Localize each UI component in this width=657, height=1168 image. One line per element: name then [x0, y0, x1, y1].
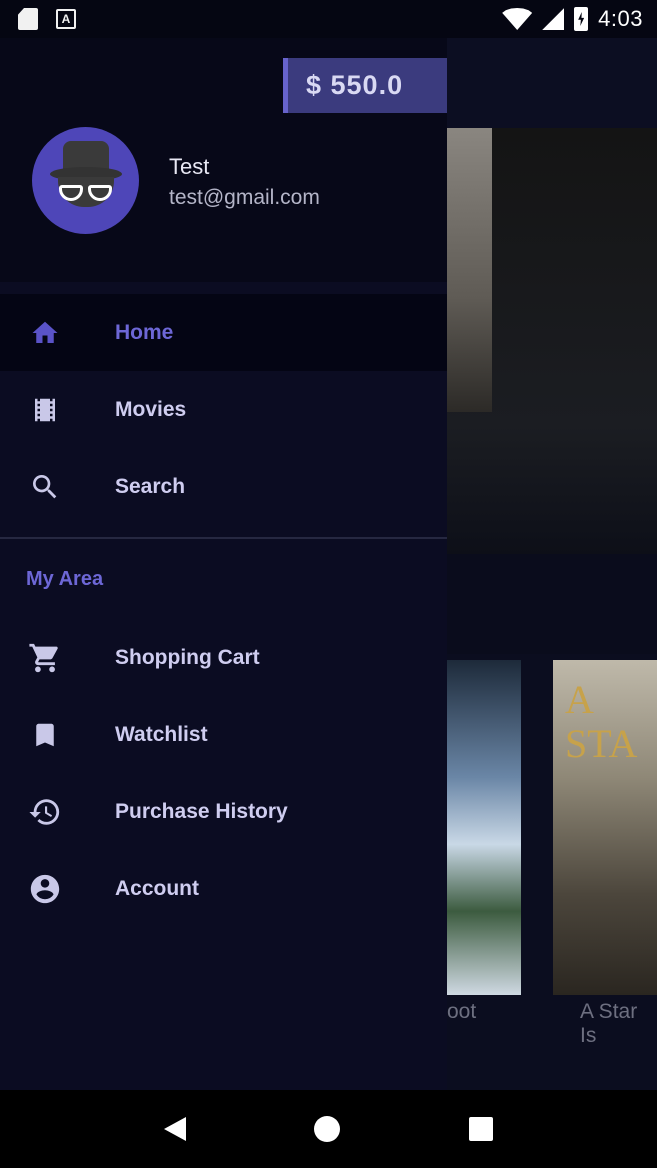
drawer-header: $ 550.0 Test test@gmail.com — [0, 38, 447, 282]
menu-item-home[interactable]: Home — [0, 294, 447, 371]
menu-item-label: Search — [115, 474, 186, 498]
section-title-my-area: My Area — [26, 567, 104, 590]
home-circle-icon[interactable] — [314, 1116, 341, 1142]
avatar[interactable] — [32, 127, 139, 234]
menu-item-shopping-cart[interactable]: Shopping Cart — [0, 619, 447, 696]
drawer-menu: Home Movies Search My Area Shopping Cart — [0, 294, 447, 927]
search-icon — [28, 470, 62, 504]
battery-charging-icon — [574, 7, 589, 31]
menu-item-label: Shopping Cart — [115, 645, 260, 669]
app-notification-icon: A — [56, 9, 76, 29]
menu-item-label: Movies — [115, 397, 187, 421]
system-navigation-bar — [0, 1090, 657, 1168]
menu-item-label: Home — [115, 320, 174, 344]
balance-badge: $ 550.0 — [283, 58, 447, 113]
menu-item-movies[interactable]: Movies — [0, 371, 447, 448]
menu-item-label: Account — [115, 876, 199, 900]
menu-item-label: Purchase History — [115, 799, 288, 823]
user-email: test@gmail.com — [169, 186, 320, 209]
user-name: Test — [169, 154, 210, 179]
background-toolbar — [447, 38, 657, 128]
menu-item-purchase-history[interactable]: Purchase History — [0, 773, 447, 850]
history-icon — [28, 795, 62, 829]
bookmark-icon — [28, 718, 62, 752]
home-icon — [28, 316, 62, 350]
back-icon[interactable] — [164, 1117, 187, 1141]
account-circle-icon — [28, 872, 62, 906]
status-bar: A 4:03 — [0, 0, 657, 38]
background-hero-poster — [447, 128, 492, 412]
menu-item-watchlist[interactable]: Watchlist — [0, 696, 447, 773]
menu-item-label: Watchlist — [115, 722, 208, 746]
menu-item-search[interactable]: Search — [0, 448, 447, 525]
status-time: 4:03 — [598, 6, 643, 31]
background-poster-2-caption: A Star Is — [580, 1000, 638, 1047]
film-icon — [28, 393, 62, 427]
sd-card-icon — [18, 8, 38, 30]
background-poster-2-title: A STA — [565, 677, 638, 766]
recents-icon[interactable] — [468, 1117, 493, 1141]
menu-item-account[interactable]: Account — [0, 850, 447, 927]
signal-icon — [542, 8, 565, 30]
background-section-header — [447, 554, 657, 654]
navigation-drawer: $ 550.0 Test test@gmail.com Home Movies — [0, 38, 447, 1090]
background-poster-1-caption: oot — [447, 1000, 477, 1023]
background-poster-1 — [447, 660, 521, 995]
wifi-icon — [502, 8, 533, 30]
cart-icon — [28, 641, 62, 675]
